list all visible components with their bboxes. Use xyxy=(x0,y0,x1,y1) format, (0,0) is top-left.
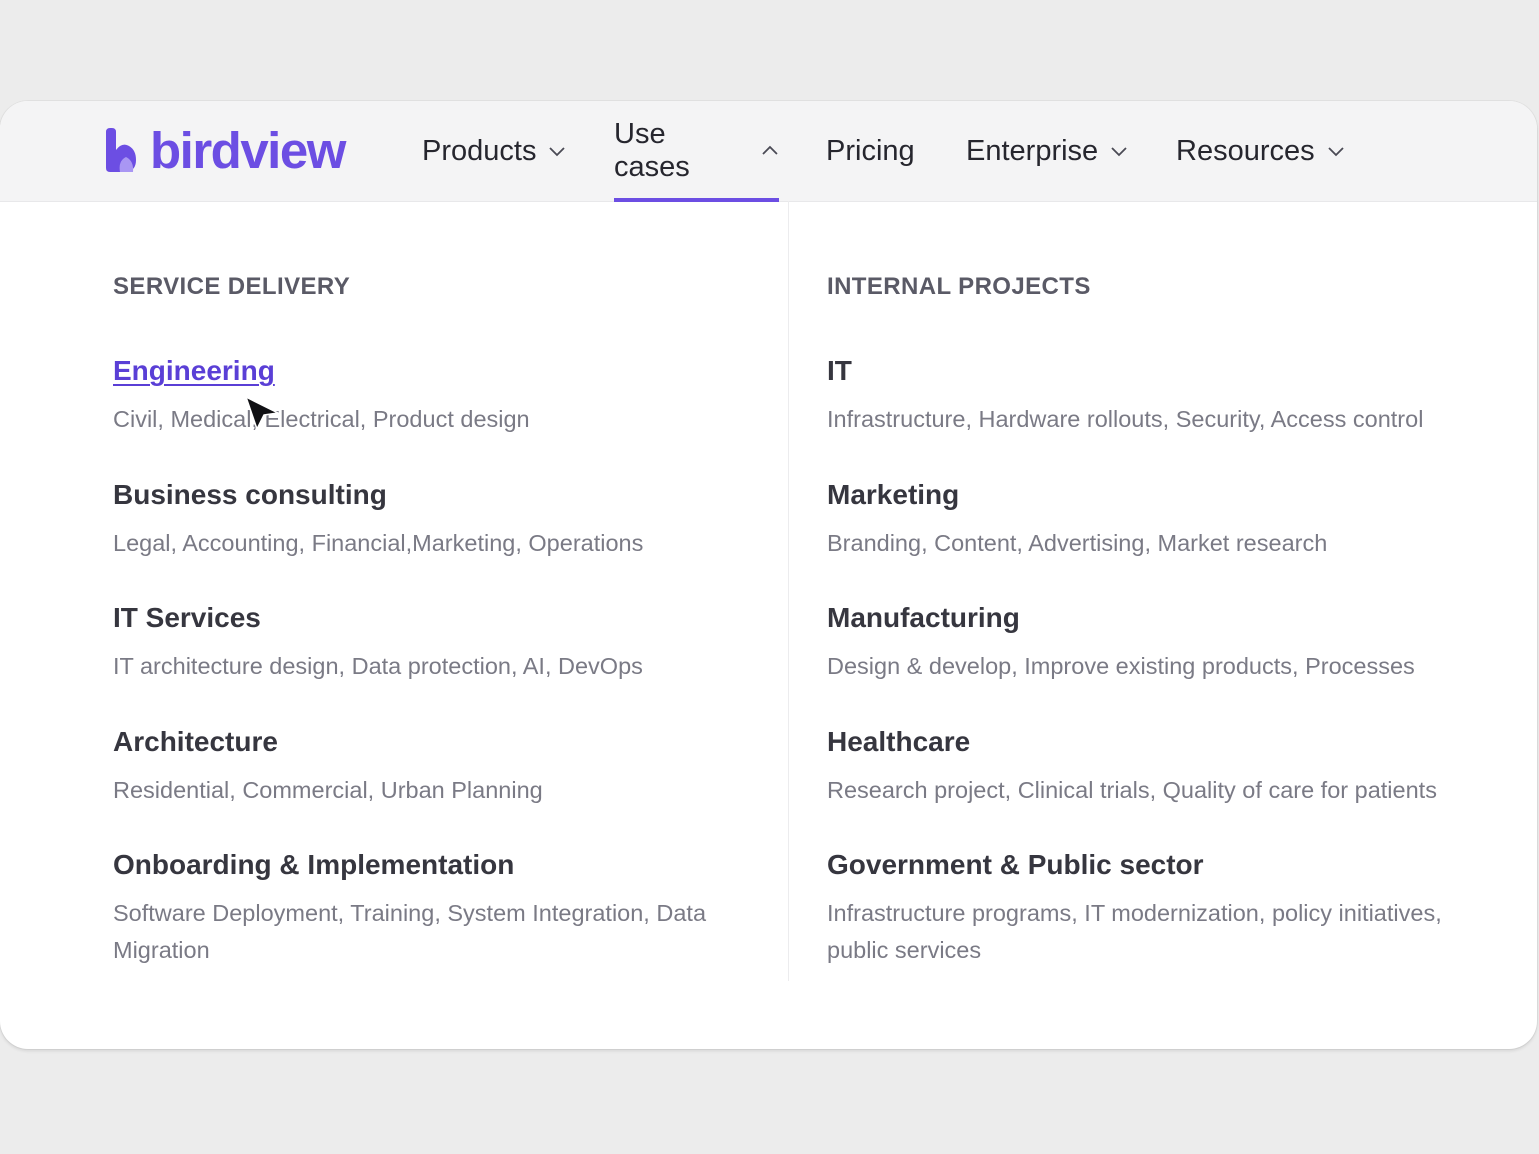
menu-entry-architecture[interactable]: Architecture Residential, Commercial, Ur… xyxy=(113,725,543,809)
menu-entry-desc: Infrastructure, Hardware rollouts, Secur… xyxy=(827,406,1424,432)
menu-entry-title[interactable]: Business consulting xyxy=(113,478,643,512)
nav-enterprise[interactable]: Enterprise xyxy=(966,101,1128,201)
menu-entry-desc: Legal, Accounting, Financial,Marketing, … xyxy=(113,530,644,556)
section-heading-internal-projects: INTERNAL PROJECTS xyxy=(827,273,1091,300)
menu-entry-title[interactable]: Government & Public sector xyxy=(827,848,1507,882)
nav-pricing[interactable]: Pricing xyxy=(826,101,915,201)
menu-entry-government-public-sector[interactable]: Government & Public sector Infrastructur… xyxy=(827,848,1507,969)
menu-entry-desc: Civil, Medical, Electrical, Product desi… xyxy=(113,406,530,432)
menu-entry-it[interactable]: IT Infrastructure, Hardware rollouts, Se… xyxy=(827,354,1423,438)
menu-entry-title[interactable]: IT Services xyxy=(113,601,643,635)
menu-entry-healthcare[interactable]: Healthcare Research project, Clinical tr… xyxy=(827,725,1437,809)
nav-enterprise-label: Enterprise xyxy=(966,134,1099,167)
nav-pricing-label: Pricing xyxy=(826,134,915,167)
menu-entry-manufacturing[interactable]: Manufacturing Design & develop, Improve … xyxy=(827,601,1415,685)
menu-entry-desc: Branding, Content, Advertising, Market r… xyxy=(827,530,1328,556)
chevron-down-icon xyxy=(1327,147,1344,157)
menu-entry-title[interactable]: Marketing xyxy=(827,478,1327,512)
menu-entry-business-consulting[interactable]: Business consulting Legal, Accounting, F… xyxy=(113,478,643,562)
menu-entry-title[interactable]: Architecture xyxy=(113,725,543,759)
nav-resources-label: Resources xyxy=(1176,134,1315,167)
menu-entry-engineering[interactable]: Engineering Civil, Medical, Electrical, … xyxy=(113,354,530,438)
navbar: birdview Products Use cases Pricing Ente… xyxy=(0,101,1537,202)
menu-entry-title[interactable]: IT xyxy=(827,354,1423,388)
logo-text: birdview xyxy=(150,121,346,179)
chevron-up-icon xyxy=(762,145,778,155)
birdview-logo-icon xyxy=(106,128,136,172)
nav-products-label: Products xyxy=(422,134,537,167)
menu-entry-title[interactable]: Engineering xyxy=(113,354,530,388)
nav-resources[interactable]: Resources xyxy=(1176,101,1345,201)
nav-use-cases-label: Use cases xyxy=(614,118,690,183)
column-divider xyxy=(788,201,789,981)
chevron-down-icon xyxy=(1111,147,1127,157)
menu-window: birdview Products Use cases Pricing Ente… xyxy=(0,101,1537,1049)
section-heading-service-delivery: SERVICE DELIVERY xyxy=(113,273,351,300)
menu-entry-title[interactable]: Healthcare xyxy=(827,725,1437,759)
menu-entry-desc: Residential, Commercial, Urban Planning xyxy=(113,777,543,803)
menu-entry-desc: Software Deployment, Training, System In… xyxy=(113,900,707,963)
menu-entry-title[interactable]: Manufacturing xyxy=(827,601,1415,635)
chevron-down-icon xyxy=(549,147,566,157)
nav-products[interactable]: Products xyxy=(422,101,566,201)
menu-entry-desc: Infrastructure programs, IT modernizatio… xyxy=(827,900,1442,963)
menu-entry-desc: IT architecture design, Data protection,… xyxy=(113,653,643,679)
nav-use-cases[interactable]: Use cases xyxy=(614,101,779,202)
menu-entry-desc: Research project, Clinical trials, Quali… xyxy=(827,777,1437,803)
menu-entry-desc: Design & develop, Improve existing produ… xyxy=(827,653,1415,679)
menu-entry-title[interactable]: Onboarding & Implementation xyxy=(113,848,713,882)
menu-entry-onboarding-implementation[interactable]: Onboarding & Implementation Software Dep… xyxy=(113,848,713,969)
menu-entry-marketing[interactable]: Marketing Branding, Content, Advertising… xyxy=(827,478,1327,562)
logo[interactable]: birdview xyxy=(104,121,346,179)
menu-entry-it-services[interactable]: IT Services IT architecture design, Data… xyxy=(113,601,643,685)
